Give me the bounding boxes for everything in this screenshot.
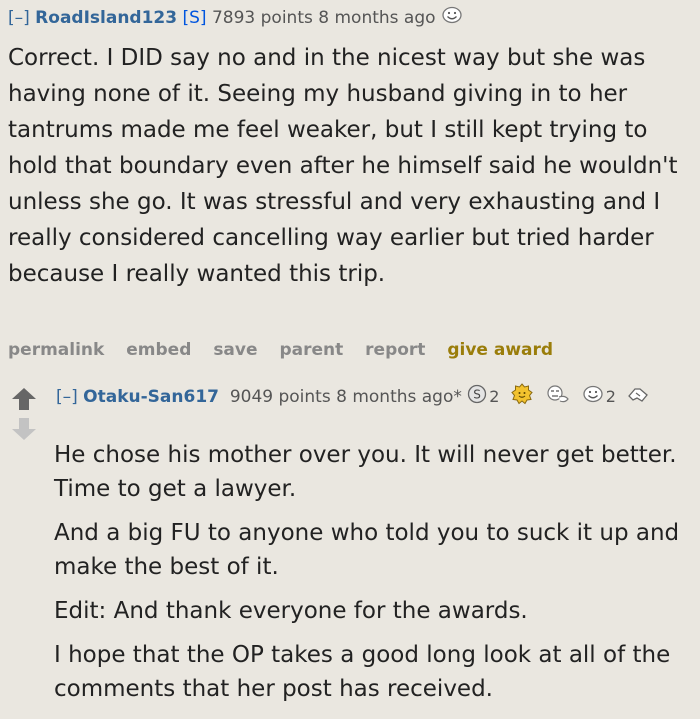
downvote-arrow[interactable] [12,418,36,444]
comment-author[interactable]: RoadIsland123 [35,8,177,28]
permalink-link[interactable]: permalink [8,340,104,360]
comment1-body: Correct. I DID say no and in the nicest … [8,40,696,292]
thinking-award-icon[interactable] [546,384,570,410]
award-count: 2 [489,387,500,406]
comment2-tagline: [–] Otaku-San617 9049 points 8 months ag… [56,383,649,411]
svg-text:S: S [473,388,481,402]
smiley-award-icon[interactable] [441,6,463,30]
silver-award-icon[interactable]: S [467,384,487,410]
gold-award-icon[interactable] [511,383,533,411]
comment-paragraph: Edit: And thank everyone for the awards. [54,598,528,624]
parent-link[interactable]: parent [279,340,343,360]
collapse-toggle[interactable]: [–] [8,8,30,28]
comment-age: 8 months ago* [336,387,462,407]
comment-paragraph: And a big FU to anyone who told you to s… [54,520,680,580]
comment-age: 8 months ago [318,8,436,28]
collapse-toggle[interactable]: [–] [56,387,78,407]
upvote-arrow[interactable] [12,388,36,414]
comment-paragraph: He chose his mother over you. It will ne… [54,442,677,502]
embed-link[interactable]: embed [126,340,191,360]
give-award-link[interactable]: give award [447,340,553,360]
handshake-award-icon[interactable] [627,384,649,410]
comment2-body: He chose his mother over you. It will ne… [54,438,698,706]
comment-author[interactable]: Otaku-San617 [83,387,219,407]
comment-paragraph: Correct. I DID say no and in the nicest … [8,45,678,287]
comment-points: 7893 points [211,8,313,28]
save-link[interactable]: save [213,340,257,360]
smiley-award-icon[interactable] [582,385,604,409]
op-badge[interactable]: [S] [183,8,207,28]
comment-paragraph: I hope that the OP takes a good long loo… [54,642,671,702]
report-link[interactable]: report [365,340,425,360]
comment1-tagline: [–] RoadIsland123 [S] 7893 points 8 mont… [8,6,463,30]
comment-points: 9049 points [229,387,331,407]
comment1-buttons: permalink embed save parent report give … [8,340,569,360]
award-count: 2 [605,387,616,406]
